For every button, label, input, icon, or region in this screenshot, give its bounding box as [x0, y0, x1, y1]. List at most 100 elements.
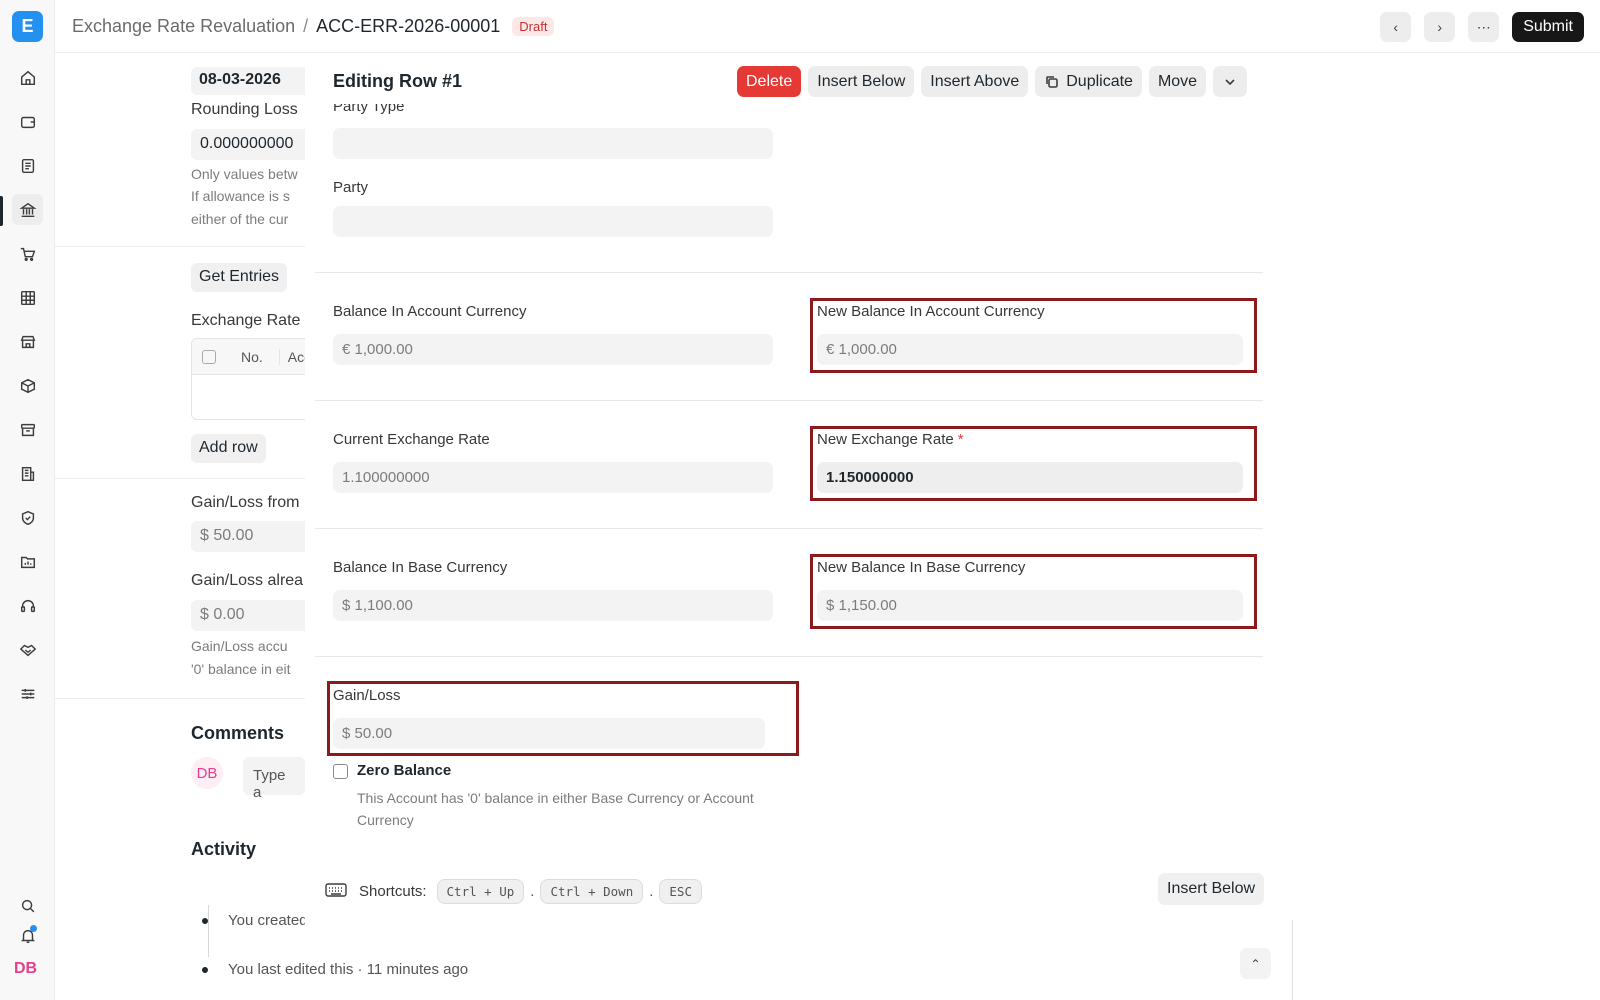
notification-dot: [30, 925, 37, 932]
panel-title: Editing Row #1: [333, 71, 463, 91]
col-no: No.: [241, 348, 263, 365]
user-avatar[interactable]: DB: [14, 960, 37, 978]
gain-loss-already-input[interactable]: $ 0.00: [191, 600, 305, 631]
gain-desc-2: '0' balance in eit: [191, 661, 291, 677]
highlight-box: [810, 554, 1257, 629]
party-type-label: Party Type: [333, 98, 405, 115]
home-icon[interactable]: [12, 62, 43, 93]
breadcrumb: Exchange Rate Revaluation / ACC-ERR-2026…: [72, 16, 555, 37]
cart-icon[interactable]: [12, 238, 43, 269]
balance-base-input[interactable]: $ 1,100.00: [333, 590, 773, 621]
rounding-loss-label: Rounding Loss: [191, 101, 298, 118]
folder-chart-icon[interactable]: [12, 546, 43, 577]
chevron-left-icon: ‹: [1393, 19, 1399, 35]
document-icon[interactable]: [12, 150, 43, 181]
shortcut-key: Ctrl + Down: [540, 879, 644, 904]
building-icon[interactable]: [12, 458, 43, 489]
duplicate-button[interactable]: Duplicate: [1035, 66, 1142, 97]
activity-heading: Activity: [191, 839, 257, 859]
party-label: Party: [333, 179, 369, 196]
headset-icon[interactable]: [12, 590, 43, 621]
rounding-loss-input[interactable]: 0.000000000: [191, 129, 305, 160]
section-divider: [55, 698, 305, 699]
page-title: ACC-ERR-2026-00001: [316, 16, 501, 36]
divider: [1292, 920, 1293, 1000]
balance-account-label: Balance In Account Currency: [333, 303, 527, 320]
party-type-input[interactable]: [333, 128, 773, 159]
app-logo[interactable]: E: [12, 11, 43, 42]
insert-below-button[interactable]: Insert Below: [808, 66, 915, 97]
section-divider: [315, 528, 1263, 529]
delete-button[interactable]: Delete: [737, 66, 802, 97]
move-button[interactable]: Move: [1148, 66, 1207, 97]
gain-loss-from-label: Gain/Loss from: [191, 494, 300, 511]
table-header: No. Acc: [192, 339, 305, 375]
highlight-box: [327, 681, 799, 756]
get-entries-button[interactable]: Get Entries: [191, 263, 288, 292]
active-indicator: [0, 196, 3, 226]
activity-text: You last edited this · 11 minutes ago: [228, 961, 469, 978]
sliders-icon[interactable]: [12, 678, 43, 709]
shortcut-key: ESC: [659, 879, 702, 904]
ellipsis-icon: ⋯: [1476, 18, 1491, 35]
shortcuts-label: Shortcuts:: [359, 883, 427, 900]
insert-below-footer-button[interactable]: Insert Below: [1158, 873, 1265, 905]
timeline-dot: [202, 966, 208, 973]
gain-desc-1: Gain/Loss accu: [191, 638, 288, 654]
next-button[interactable]: ›: [1424, 12, 1456, 42]
gain-loss-from-input[interactable]: $ 50.00: [191, 521, 305, 552]
comment-input[interactable]: Type a: [243, 757, 305, 801]
wallet-icon[interactable]: [12, 106, 43, 137]
more-button[interactable]: ⋯: [1468, 12, 1500, 42]
current-rate-input[interactable]: 1.100000000: [333, 462, 773, 493]
select-all-checkbox[interactable]: [202, 349, 216, 364]
row-actions: Delete Insert Below Insert Above Duplica…: [737, 66, 1248, 97]
balance-account-input[interactable]: € 1,000.00: [333, 334, 773, 365]
archive-icon[interactable]: [12, 414, 43, 445]
party-input[interactable]: [333, 206, 773, 237]
previous-button[interactable]: ‹: [1380, 12, 1412, 42]
chevron-down-icon: [1225, 78, 1235, 85]
search-icon[interactable]: [12, 890, 43, 921]
add-row-button[interactable]: Add row: [191, 434, 266, 463]
collapse-button[interactable]: [1213, 66, 1248, 97]
sidebar-rail: E DB: [0, 0, 55, 1000]
breadcrumb-parent[interactable]: Exchange Rate Revaluation: [72, 16, 295, 37]
handshake-icon[interactable]: [12, 634, 43, 665]
comments-heading: Comments: [191, 723, 285, 743]
top-bar: Exchange Rate Revaluation / ACC-ERR-2026…: [55, 0, 1600, 53]
exchange-rate-table-label: Exchange Rate: [191, 312, 301, 329]
copy-icon: [1046, 75, 1059, 88]
status-badge: Draft: [512, 17, 555, 36]
activity-item: You last edited this · 11 minutes ago: [202, 961, 468, 978]
bank-icon[interactable]: [12, 194, 43, 225]
scroll-to-top-button[interactable]: ⌃: [1240, 948, 1271, 979]
chevron-up-icon: ⌃: [1250, 956, 1261, 971]
keyboard-icon: [325, 882, 347, 902]
background-form: 08-03-2026 Rounding Loss 0.000000000 Onl…: [55, 53, 305, 1000]
insert-above-button[interactable]: Insert Above: [921, 66, 1029, 97]
highlight-box: [810, 298, 1257, 373]
submit-button[interactable]: Submit: [1512, 12, 1584, 42]
duplicate-label: Duplicate: [1066, 72, 1133, 90]
section-divider: [55, 246, 305, 247]
shortcut-separator: .: [530, 883, 535, 900]
grid-icon[interactable]: [12, 282, 43, 313]
shortcuts-bar: Shortcuts: Ctrl + Up . Ctrl + Down . ESC: [325, 879, 702, 904]
top-actions: ‹ › ⋯ Submit: [1380, 12, 1584, 42]
shield-icon[interactable]: [12, 502, 43, 533]
shortcut-key: Ctrl + Up: [436, 879, 525, 904]
rounding-desc-1: Only values betw: [191, 166, 298, 182]
posting-date-input[interactable]: 08-03-2026: [191, 67, 305, 95]
bell-icon[interactable]: [12, 920, 43, 951]
rounding-desc-2: If allowance is s: [191, 188, 290, 204]
zero-balance-description: This Account has '0' balance in either B…: [357, 790, 754, 828]
breadcrumb-separator: /: [303, 16, 309, 36]
store-icon[interactable]: [12, 326, 43, 357]
zero-balance-label: Zero Balance: [357, 762, 452, 779]
zero-balance-checkbox[interactable]: [333, 764, 348, 779]
box-icon[interactable]: [12, 370, 43, 401]
col-account: Acc: [278, 348, 305, 365]
section-divider: [55, 478, 305, 479]
shortcut-separator: .: [649, 883, 654, 900]
